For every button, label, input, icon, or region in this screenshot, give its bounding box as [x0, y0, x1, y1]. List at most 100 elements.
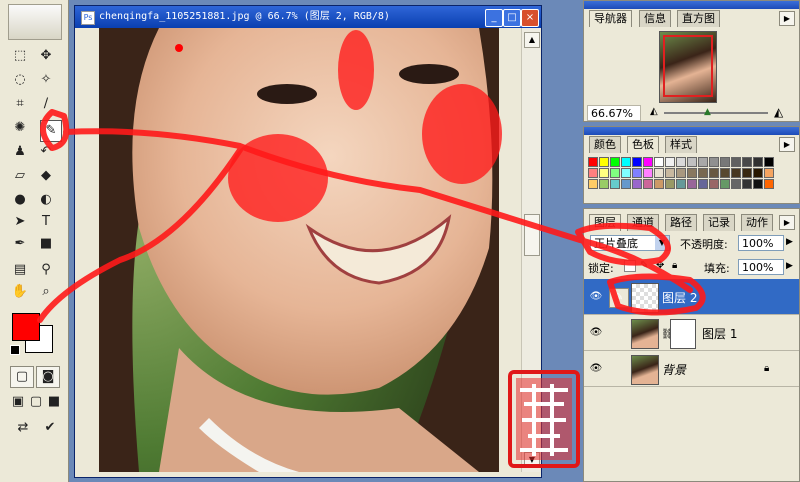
minimize-button[interactable]: _ [485, 9, 503, 27]
photo-canvas[interactable] [99, 28, 499, 472]
path-selection-tool-icon[interactable]: ➤ [10, 212, 30, 232]
magic-wand-tool-icon[interactable]: ✧ [36, 70, 56, 90]
lasso-tool-icon[interactable]: ◌ [10, 70, 30, 90]
panel-menu-icon[interactable]: ▶ [779, 215, 795, 230]
color-swatch[interactable] [610, 157, 620, 167]
color-swatch[interactable] [742, 157, 752, 167]
move-tool-icon[interactable]: ✥ [36, 46, 56, 66]
screen-mode-standard-icon[interactable]: ▣ [8, 392, 28, 412]
opacity-field[interactable]: 100% [738, 235, 784, 251]
color-swatch[interactable] [742, 168, 752, 178]
tab-navigator[interactable]: 导航器 [589, 10, 632, 27]
color-swatch[interactable] [610, 168, 620, 178]
foreground-color-swatch[interactable] [12, 313, 40, 341]
tab-paths[interactable]: 路径 [665, 214, 697, 231]
color-swatch[interactable] [654, 157, 664, 167]
color-swatch[interactable] [665, 157, 675, 167]
hand-tool-icon[interactable]: ✋ [10, 282, 30, 302]
navigator-panel-title-bar[interactable] [584, 1, 799, 9]
crop-tool-icon[interactable]: ⌗ [10, 94, 30, 114]
vertical-scrollbar[interactable]: ▲ ▼ [521, 28, 540, 472]
clone-stamp-tool-icon[interactable]: ♟ [10, 142, 30, 162]
eye-icon[interactable]: 👁︎ [589, 327, 603, 339]
color-swatch[interactable] [764, 179, 774, 189]
color-swatch[interactable] [698, 157, 708, 167]
standard-mode-icon[interactable]: ▢ [10, 366, 34, 388]
scroll-up-button[interactable]: ▲ [524, 32, 540, 48]
color-swatch[interactable] [643, 168, 653, 178]
screen-mode-full-icon[interactable]: ■ [44, 392, 64, 412]
zoom-slider[interactable] [664, 112, 768, 114]
tab-history[interactable]: 记录 [703, 214, 735, 231]
blend-mode-select[interactable]: 正片叠底 ▼ [590, 235, 670, 251]
color-swatch[interactable] [753, 157, 763, 167]
swatches-panel-title-bar[interactable] [584, 127, 799, 135]
lock-transparency-icon[interactable] [624, 260, 636, 272]
color-swatch[interactable] [599, 157, 609, 167]
color-swatch[interactable] [588, 157, 598, 167]
color-swatch[interactable] [621, 168, 631, 178]
color-swatch[interactable] [588, 179, 598, 189]
fill-arrow-icon[interactable]: ▶ [786, 261, 793, 271]
color-swatch[interactable] [621, 157, 631, 167]
fill-field[interactable]: 100% [738, 259, 784, 275]
tab-actions[interactable]: 动作 [741, 214, 773, 231]
color-swatch[interactable] [698, 179, 708, 189]
eye-icon[interactable]: 👁︎ [589, 363, 603, 375]
lock-pixels-icon[interactable]: ✎ [640, 260, 648, 271]
color-swatch[interactable] [753, 179, 763, 189]
color-swatch[interactable] [676, 179, 686, 189]
layer-row-layer2[interactable]: 👁︎ ✎ 图层 2 [584, 279, 799, 315]
color-swatch[interactable] [709, 168, 719, 178]
color-swatch[interactable] [676, 157, 686, 167]
lock-position-icon[interactable]: ✥ [656, 260, 664, 271]
jump-to-imageready-icon[interactable]: ⇄ [10, 418, 36, 438]
tab-swatches[interactable]: 色板 [627, 136, 659, 153]
close-button[interactable]: × [521, 9, 539, 27]
scroll-down-button[interactable]: ▼ [524, 452, 540, 468]
quick-mask-mode-icon[interactable]: ◙ [36, 366, 60, 388]
color-swatch[interactable] [621, 179, 631, 189]
opacity-arrow-icon[interactable]: ▶ [786, 237, 793, 247]
scroll-thumb[interactable] [524, 214, 540, 256]
color-swatch[interactable] [632, 179, 642, 189]
color-swatch[interactable] [764, 168, 774, 178]
type-tool-icon[interactable]: T [36, 212, 56, 232]
history-brush-tool-icon[interactable]: ↶ [36, 142, 56, 162]
color-swatch[interactable] [643, 179, 653, 189]
lock-all-icon[interactable]: 🔒︎ [672, 260, 677, 271]
color-swatch[interactable] [764, 157, 774, 167]
tab-channels[interactable]: 通道 [627, 214, 659, 231]
color-swatch[interactable] [610, 179, 620, 189]
zoom-tool-icon[interactable]: ⌕ [36, 282, 56, 302]
default-colors-icon[interactable] [10, 345, 20, 355]
rectangle-tool-icon[interactable]: ■ [36, 234, 56, 254]
zoom-slider-thumb[interactable]: ▲ [704, 107, 711, 117]
color-swatch[interactable] [720, 157, 730, 167]
dodge-tool-icon[interactable]: ◐ [36, 190, 56, 210]
navigator-view-box[interactable] [663, 35, 713, 97]
navigator-thumbnail[interactable] [659, 31, 717, 103]
color-swatch[interactable] [753, 168, 763, 178]
paint-bucket-tool-icon[interactable]: ◆ [36, 166, 56, 186]
marquee-tool-icon[interactable]: ⬚ [10, 46, 30, 66]
maximize-button[interactable]: □ [503, 9, 521, 27]
layer-row-background[interactable]: 👁︎ 背景 🔒︎ [584, 351, 799, 387]
color-swatch[interactable] [731, 168, 741, 178]
tab-info[interactable]: 信息 [639, 10, 671, 27]
notes-tool-icon[interactable]: ▤ [10, 260, 30, 280]
pen-tool-icon[interactable]: ✒ [10, 234, 30, 254]
color-swatch[interactable] [599, 168, 609, 178]
layer-mask-thumbnail[interactable] [670, 319, 696, 349]
color-swatch[interactable] [665, 168, 675, 178]
color-swatch[interactable] [731, 157, 741, 167]
color-swatch[interactable] [731, 179, 741, 189]
color-swatch[interactable] [632, 157, 642, 167]
healing-brush-tool-icon[interactable]: ✺ [10, 118, 30, 138]
tab-styles[interactable]: 样式 [665, 136, 697, 153]
color-swatch[interactable] [654, 179, 664, 189]
brush-tool-icon[interactable]: ✎ [40, 120, 62, 142]
color-swatch[interactable] [632, 168, 642, 178]
blur-tool-icon[interactable]: ● [10, 190, 30, 210]
color-swatch[interactable] [588, 168, 598, 178]
